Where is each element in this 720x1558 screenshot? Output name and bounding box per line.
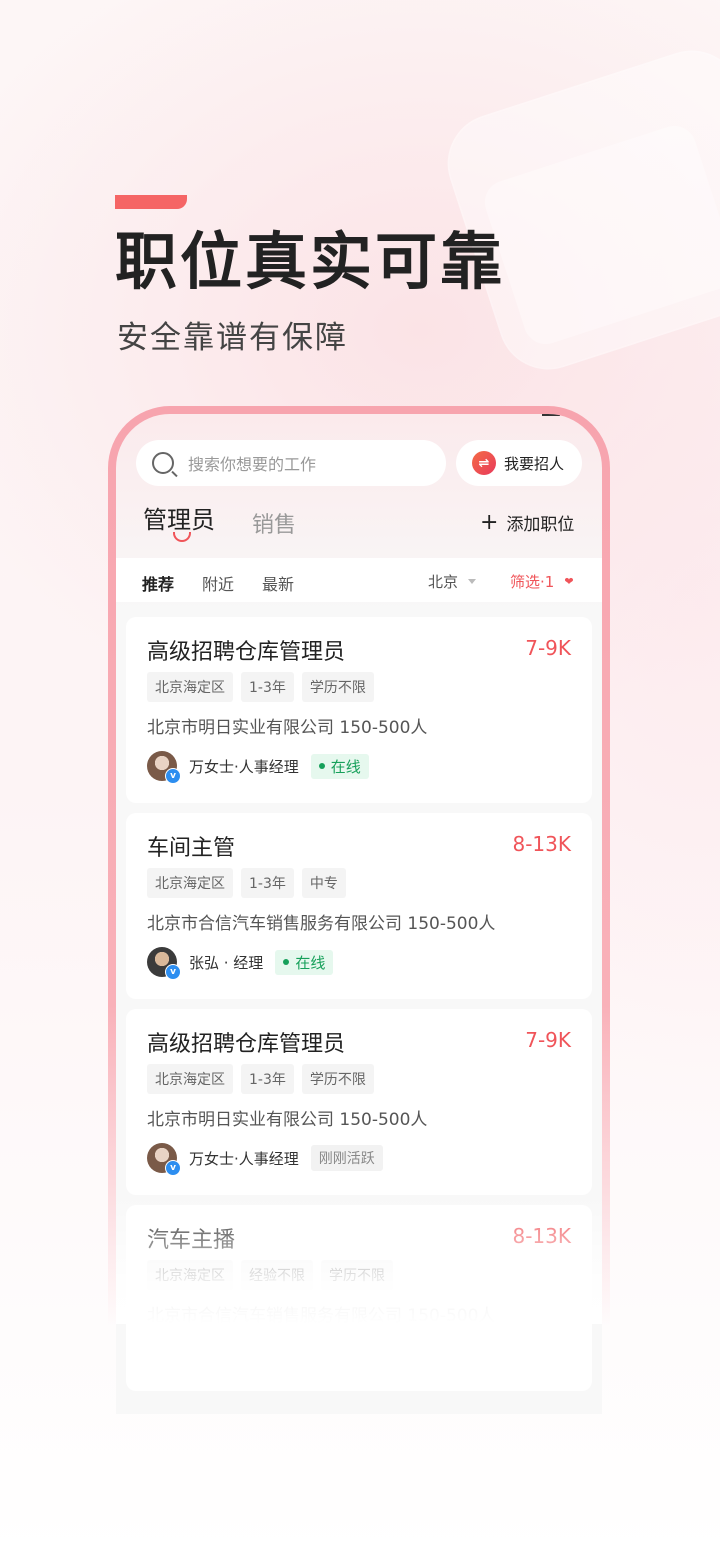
job-card[interactable]: 汽车主播 8-13K 北京海定区 经验不限 学历不限 北京市合信汽车销售服务有限…: [126, 1205, 592, 1391]
add-job-button[interactable]: + 添加职位: [480, 510, 574, 535]
tag-education: 学历不限: [321, 1260, 393, 1290]
tag-location: 北京海定区: [147, 1260, 233, 1290]
job-salary: 8-13K: [512, 832, 571, 856]
tag-education: 学历不限: [301, 672, 374, 702]
recruit-label: 我要招人: [504, 454, 565, 473]
accent-bar: [115, 195, 187, 209]
heart-icon: ❤: [564, 575, 574, 588]
search-bar[interactable]: 搜索你想要的工作: [136, 440, 446, 486]
tag-experience: 1-3年: [241, 672, 294, 702]
filter-bar: 推荐 附近 最新 北京 筛选·1 ❤: [116, 558, 602, 602]
job-tags: 北京海定区 1-3年 学历不限: [147, 672, 382, 702]
tag-location: 北京海定区: [147, 672, 233, 702]
company-info: 北京市合信汽车销售服务有限公司 150-500人: [147, 914, 496, 934]
tab-active-indicator: [173, 532, 191, 542]
job-tags: 北京海定区 经验不限 学历不限: [147, 1260, 401, 1290]
status-badge: 在线: [275, 949, 334, 975]
swap-icon: ⇌: [472, 451, 496, 475]
tag-location: 北京海定区: [147, 868, 233, 898]
recruiter-info: v 张弘 · 经理 在线: [147, 947, 334, 980]
promo-subline: 安全靠谱有保障: [117, 320, 348, 356]
recruiter-info: v 万女士·人事经理 刚刚活跃: [147, 1143, 383, 1176]
job-salary: 8-13K: [512, 1224, 571, 1248]
avatar: v: [147, 1143, 181, 1176]
job-title: 汽车主播: [147, 1228, 236, 1253]
tag-education: 学历不限: [301, 1064, 374, 1094]
avatar: v: [147, 947, 181, 980]
job-title: 车间主管: [147, 836, 236, 861]
search-placeholder: 搜索你想要的工作: [188, 455, 317, 474]
job-card[interactable]: 高级招聘仓库管理员 7-9K 北京海定区 1-3年 学历不限 北京市明日实业有限…: [126, 1009, 592, 1195]
job-list: 高级招聘仓库管理员 7-9K 北京海定区 1-3年 学历不限 北京市明日实业有限…: [126, 617, 592, 1401]
verified-icon: v: [165, 768, 181, 784]
add-job-label: 添加职位: [506, 515, 575, 535]
status-indicator: [542, 414, 560, 416]
filter-button[interactable]: 筛选·1 ❤: [510, 571, 574, 592]
status-label: 在线: [295, 953, 326, 972]
tag-education: 中专: [301, 868, 346, 898]
tag-experience: 1-3年: [241, 1064, 294, 1094]
status-badge: 在线: [310, 753, 369, 779]
verified-icon: v: [165, 964, 181, 980]
recruiter-name: 张弘 · 经理: [189, 953, 264, 972]
search-icon: [152, 452, 174, 474]
job-title: 高级招聘仓库管理员: [147, 640, 346, 665]
promo-headline: 职位真实可靠: [115, 225, 506, 298]
plus-icon: +: [480, 509, 499, 535]
tag-experience: 1-3年: [241, 868, 294, 898]
recruiter-name: 万女士·人事经理: [189, 757, 299, 776]
job-tags: 北京海定区 1-3年 中专: [147, 868, 354, 898]
recruiter-info: v 万女士·人事经理 在线: [147, 751, 369, 784]
status-badge: 刚刚活跃: [310, 1145, 383, 1171]
job-title: 高级招聘仓库管理员: [147, 1032, 346, 1057]
tag-location: 北京海定区: [147, 1064, 233, 1094]
avatar: v: [147, 751, 181, 784]
company-info: 北京市合信汽车销售服务有限公司 150-500人: [147, 1306, 496, 1326]
company-info: 北京市明日实业有限公司 150-500人: [147, 1110, 428, 1130]
city-label: 北京: [428, 573, 459, 591]
online-dot-icon: [283, 959, 290, 965]
filter-latest[interactable]: 最新: [262, 571, 294, 595]
verified-icon: v: [165, 1160, 181, 1176]
job-salary: 7-9K: [525, 1028, 571, 1052]
tag-experience: 经验不限: [241, 1260, 313, 1290]
tab-admin[interactable]: 管理员: [143, 500, 215, 535]
filter-label: 筛选·1: [510, 573, 555, 591]
company-info: 北京市明日实业有限公司 150-500人: [147, 718, 428, 738]
online-dot-icon: [318, 763, 325, 769]
job-card[interactable]: 高级招聘仓库管理员 7-9K 北京海定区 1-3年 学历不限 北京市明日实业有限…: [126, 617, 592, 803]
job-salary: 7-9K: [525, 636, 571, 660]
tab-sales[interactable]: 销售: [252, 507, 296, 539]
dropdown-triangle-icon: [468, 579, 477, 584]
phone-screen: 搜索你想要的工作 ⇌ 我要招人 管理员 销售 + 添加职位 推荐 附近 最新 北…: [116, 414, 602, 1414]
filter-nearby[interactable]: 附近: [202, 571, 234, 595]
job-card[interactable]: 车间主管 8-13K 北京海定区 1-3年 中专 北京市合信汽车销售服务有限公司…: [126, 813, 592, 999]
city-selector[interactable]: 北京: [428, 571, 477, 592]
filter-recommend[interactable]: 推荐: [142, 571, 174, 595]
status-label: 在线: [330, 757, 361, 776]
recruit-button[interactable]: ⇌ 我要招人: [456, 440, 582, 486]
recruiter-name: 万女士·人事经理: [189, 1149, 299, 1168]
job-tags: 北京海定区 1-3年 学历不限: [147, 1064, 382, 1094]
